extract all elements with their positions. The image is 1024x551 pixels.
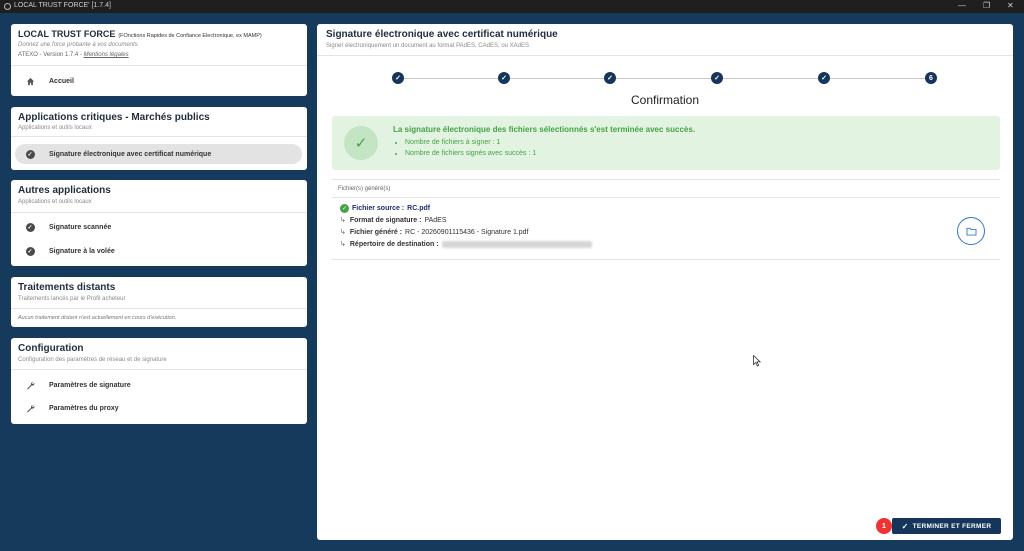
success-check-icon: ✓	[344, 126, 378, 160]
files-header: Fichier(s) généré(s)	[338, 186, 391, 192]
menu-item-proxy-settings[interactable]: Paramètres du proxy	[11, 398, 307, 418]
source-value: RC.pdf	[407, 205, 431, 212]
menu-item-label: Signature à la volée	[49, 247, 115, 255]
success-title: La signature électronique des fichiers s…	[393, 125, 696, 134]
critical-apps-subtitle: Applications et outils locaux	[18, 125, 92, 131]
step-connector	[404, 78, 504, 79]
step-connector	[616, 78, 716, 79]
success-list: Nombre de fichiers à signer : 1 Nombre d…	[405, 139, 536, 161]
home-menu-item[interactable]: Accueil	[11, 71, 307, 91]
source-label: Fichier source :	[352, 205, 405, 212]
check-circle-icon: ✓	[25, 149, 35, 159]
format-row: ↳ Format de signature : PAdES	[340, 216, 447, 225]
finish-button-label: TERMINER ET FERMER	[912, 522, 992, 530]
other-apps-card: Autres applications Applications et outi…	[11, 180, 307, 266]
divider	[11, 212, 307, 213]
check-icon: ✓	[901, 521, 909, 531]
menu-item-signature-certificat[interactable]: ✓ Signature électronique avec certificat…	[15, 144, 302, 164]
step-connector	[828, 78, 928, 79]
success-alert: ✓ La signature électronique des fichiers…	[332, 116, 1000, 170]
source-file-row: ✓ Fichier source : RC.pdf	[340, 204, 433, 213]
remote-card: Traitements distants Traitements lancés …	[11, 277, 307, 327]
critical-apps-title: Applications critiques - Marchés publics	[18, 112, 210, 123]
step-3-check-icon: ✓	[604, 72, 616, 84]
destination-label: Répertoire de destination :	[349, 240, 439, 248]
mouse-cursor-icon	[753, 355, 761, 367]
critical-apps-card: Applications critiques - Marchés publics…	[11, 107, 307, 170]
step-connector	[510, 78, 610, 79]
menu-item-label: Signature électronique avec certificat n…	[49, 150, 212, 158]
divider	[332, 197, 1000, 198]
config-subtitle: Configuration des paramètres de réseau e…	[18, 357, 167, 363]
menu-item-label: Paramètres du proxy	[49, 404, 119, 412]
divider	[11, 136, 307, 137]
check-circle-icon: ✓	[340, 204, 349, 213]
divider	[11, 369, 307, 370]
restore-icon[interactable]: ❐	[983, 1, 990, 10]
menu-item-label: Paramètres de signature	[49, 381, 131, 389]
current-step-title: Confirmation	[630, 93, 700, 107]
main-subtitle: Signer électroniquement un document au f…	[326, 43, 530, 49]
minimize-icon[interactable]: —	[958, 1, 966, 10]
destination-value-blurred	[441, 240, 592, 248]
divider	[11, 65, 307, 66]
main-title: Signature électronique avec certificat n…	[326, 29, 558, 40]
finish-close-button[interactable]: ✓ TERMINER ET FERMER	[892, 518, 1001, 534]
tagline: Donnez une force probante à vos document…	[18, 42, 138, 48]
config-title: Configuration	[18, 343, 84, 354]
menu-item-label: Signature scannée	[49, 223, 112, 231]
legal-link[interactable]: Mentions légales	[84, 52, 129, 58]
other-apps-subtitle: Applications et outils locaux	[18, 199, 92, 205]
step-4-check-icon: ✓	[711, 72, 723, 84]
destination-row: ↳ Répertoire de destination :	[340, 240, 592, 248]
files-signed-count: Nombre de fichiers signés avec succès : …	[405, 150, 536, 157]
folder-icon	[966, 227, 976, 236]
remote-subtitle: Traitements lancés par le Profil acheteu…	[18, 296, 126, 302]
notification-badge: 1	[876, 518, 892, 534]
app-icon	[4, 3, 11, 10]
files-to-sign-count: Nombre de fichiers à signer : 1	[405, 139, 536, 146]
generated-label: Fichier généré :	[349, 228, 403, 236]
menu-item-signature-volee[interactable]: ✓ Signature à la volée	[11, 241, 307, 261]
app-subtitle: (FOnctions Rapides de Confiance Electron…	[118, 33, 262, 39]
config-card: Configuration Configuration des paramètr…	[11, 338, 307, 424]
close-icon[interactable]: ✕	[1007, 1, 1014, 10]
sub-arrow-icon: ↳	[340, 217, 346, 224]
menu-item-signature-scannee[interactable]: ✓ Signature scannée	[11, 217, 307, 237]
format-label: Format de signature :	[349, 216, 422, 224]
open-folder-button[interactable]	[957, 217, 985, 245]
header-card: LOCAL TRUST FORCE (FOnctions Rapides de …	[11, 24, 307, 96]
check-circle-icon: ✓	[25, 222, 35, 232]
format-value: PAdES	[424, 216, 447, 224]
generated-file-row: ↳ Fichier généré : RC - 20260901115436 -…	[340, 228, 529, 237]
step-2-check-icon: ✓	[498, 72, 510, 84]
divider	[332, 179, 1000, 180]
wrench-icon	[25, 403, 35, 413]
step-1-check-icon: ✓	[392, 72, 404, 84]
remote-empty-text: Aucun traitement distant n'est actuellem…	[18, 315, 177, 321]
generated-value: RC - 20260901115436 - Signature 1.pdf	[405, 228, 529, 236]
window-titlebar: LOCAL TRUST FORCE' [1.7.4] — ❐ ✕	[0, 0, 1024, 13]
divider	[11, 308, 307, 309]
version-text: ATEXO - Version 1.7.4 -	[18, 52, 82, 58]
other-apps-title: Autres applications	[18, 185, 111, 196]
app-name: LOCAL TRUST FORCE	[18, 29, 116, 39]
menu-item-signature-settings[interactable]: Paramètres de signature	[11, 375, 307, 395]
check-circle-icon: ✓	[25, 246, 35, 256]
home-icon	[25, 76, 35, 86]
divider	[317, 55, 1013, 56]
step-6-current: 6	[925, 72, 937, 84]
sub-arrow-icon: ↳	[340, 241, 346, 248]
window-title: LOCAL TRUST FORCE' [1.7.4]	[14, 2, 111, 9]
sub-arrow-icon: ↳	[340, 229, 346, 236]
home-label: Accueil	[49, 77, 74, 85]
remote-title: Traitements distants	[18, 282, 116, 293]
step-connector	[722, 78, 822, 79]
wrench-icon	[25, 380, 35, 390]
step-5-check-icon: ✓	[818, 72, 830, 84]
divider	[332, 259, 1000, 260]
